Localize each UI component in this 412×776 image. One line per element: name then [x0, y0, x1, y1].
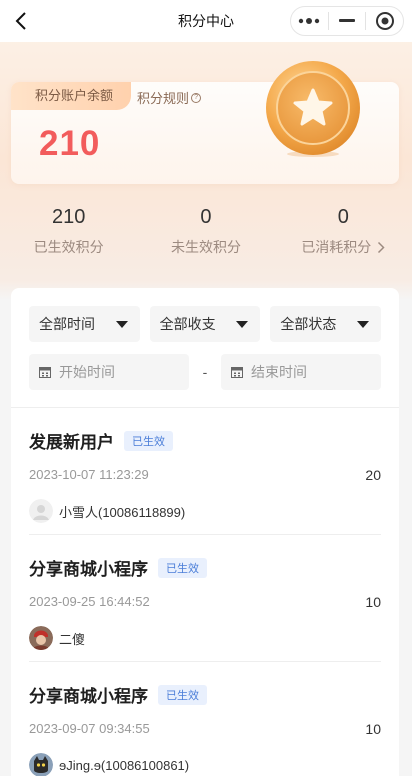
- points-stats: 210 已生效积分 0 未生效积分 0 已消耗积分: [0, 206, 412, 266]
- filter-bar: 全部时间 全部收支 全部状态: [29, 306, 382, 342]
- dropdown-value: 全部收支: [159, 316, 216, 332]
- more-dots-icon: [299, 18, 320, 24]
- balance-value: 210: [39, 124, 101, 163]
- stat-value: 210: [51, 206, 86, 228]
- stat-consumed[interactable]: 0 已消耗积分: [275, 206, 412, 266]
- points-rules-link[interactable]: 积分规则 ?: [137, 88, 202, 107]
- status-badge: 已生效: [124, 430, 173, 451]
- caret-down-icon: [115, 320, 128, 328]
- record-time: 2023-09-25 16:44:52: [29, 594, 150, 609]
- stat-effective: 210 已生效积分: [0, 206, 137, 266]
- mini-program-capsule: [290, 6, 404, 36]
- stat-value: 0: [200, 206, 212, 228]
- stat-pending: 0 未生效积分: [137, 206, 274, 266]
- divider: [29, 534, 381, 535]
- records-panel: 全部时间 全部收支 全部状态 开始时间 - 结束时间 发展新用户 已生效 202…: [11, 288, 399, 776]
- avatar: [29, 753, 53, 776]
- star-coin-icon: [266, 61, 360, 157]
- start-date-placeholder: 开始时间: [59, 364, 115, 380]
- minimize-button[interactable]: [329, 7, 366, 35]
- avatar: [29, 626, 53, 650]
- stat-label: 已生效积分: [0, 237, 137, 257]
- stat-label: 未生效积分: [137, 237, 274, 257]
- stat-label-text: 已生效积分: [33, 239, 104, 255]
- stat-label-text: 未生效积分: [170, 239, 241, 255]
- chevron-right-icon: [378, 241, 385, 253]
- dropdown-value: 全部时间: [39, 316, 95, 332]
- start-date-field[interactable]: 开始时间: [29, 354, 189, 390]
- minus-icon: [339, 19, 355, 22]
- record-title: 发展新用户: [29, 433, 114, 452]
- stat-label: 已消耗积分: [275, 237, 412, 257]
- user-name: 小雪人(10086118899): [59, 504, 186, 520]
- record-time: 2023-09-07 09:34:55: [29, 721, 150, 736]
- type-filter-dropdown[interactable]: 全部收支: [149, 306, 261, 342]
- record-points: 10: [365, 721, 381, 737]
- dropdown-value: 全部状态: [280, 316, 337, 332]
- question-icon: ?: [191, 92, 202, 103]
- record-title: 分享商城小程序: [29, 560, 148, 579]
- balance-tag: 积分账户余额: [11, 82, 131, 110]
- status-badge: 已生效: [158, 557, 207, 578]
- stat-value: 0: [337, 206, 349, 228]
- caret-down-icon: [357, 320, 370, 328]
- calendar-icon: [39, 367, 51, 378]
- time-filter-dropdown[interactable]: 全部时间: [29, 306, 140, 342]
- list-item[interactable]: 分享商城小程序 已生效 2023-09-25 16:44:52 10 二傻: [29, 555, 381, 650]
- list-item[interactable]: 发展新用户 已生效 2023-10-07 11:23:29 20 小雪人(100…: [29, 428, 381, 523]
- caret-down-icon: [236, 320, 249, 328]
- status-filter-dropdown[interactable]: 全部状态: [270, 306, 382, 342]
- user-name: 二傻: [59, 631, 86, 647]
- record-points: 10: [365, 594, 381, 610]
- record-time: 2023-10-07 11:23:29: [29, 467, 149, 482]
- status-badge: 已生效: [158, 684, 207, 705]
- record-title: 分享商城小程序: [29, 687, 148, 706]
- record-points: 20: [365, 467, 381, 483]
- end-date-placeholder: 结束时间: [251, 364, 307, 380]
- user-name: ɘJing.ɘ(10086100861): [59, 757, 190, 773]
- divider: [11, 407, 399, 408]
- target-icon: [375, 12, 394, 30]
- avatar: [29, 499, 53, 523]
- nav-bar: 积分中心: [0, 0, 412, 42]
- date-range: 开始时间 - 结束时间: [29, 354, 381, 390]
- more-button[interactable]: [291, 7, 328, 35]
- list-item[interactable]: 分享商城小程序 已生效 2023-09-07 09:34:55 10 ɘJing…: [29, 682, 381, 776]
- calendar-icon: [231, 367, 243, 378]
- rules-label: 积分规则: [137, 91, 190, 106]
- end-date-field[interactable]: 结束时间: [221, 354, 381, 390]
- divider: [29, 661, 381, 662]
- date-separator: -: [202, 364, 208, 380]
- stat-label-text: 已消耗积分: [301, 239, 372, 255]
- close-miniprogram-button[interactable]: [366, 7, 403, 35]
